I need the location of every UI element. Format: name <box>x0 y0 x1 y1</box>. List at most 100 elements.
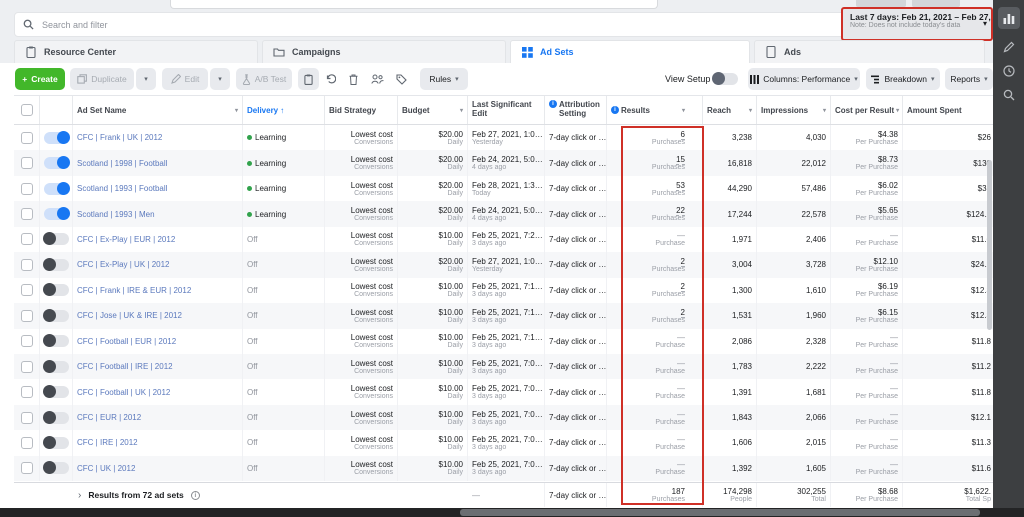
row-toggle[interactable] <box>44 208 69 220</box>
adset-name-link[interactable]: Scotland | 1998 | Football <box>77 159 238 168</box>
results-value[interactable]: 22 <box>676 206 685 215</box>
horizontal-scrollbar[interactable] <box>0 508 1024 517</box>
adset-name-link[interactable]: CFC | Ex-Play | UK | 2012 <box>77 260 238 269</box>
results-value[interactable]: 2 <box>681 308 685 317</box>
adset-name-link[interactable]: CFC | Ex-Play | EUR | 2012 <box>77 235 238 244</box>
row-toggle[interactable] <box>44 259 69 271</box>
row-checkbox[interactable] <box>21 233 33 245</box>
header-budget[interactable]: Budget▾ <box>398 96 468 124</box>
row-checkbox[interactable] <box>21 335 33 347</box>
adset-name-link[interactable]: CFC | Football | IRE | 2012 <box>77 362 238 371</box>
edit-panel-button[interactable] <box>1002 40 1015 53</box>
header-amount-spent[interactable]: Amount Spent <box>903 96 993 124</box>
row-toggle[interactable] <box>44 157 69 169</box>
results-value[interactable]: 15 <box>676 155 685 164</box>
row-checkbox[interactable] <box>21 386 33 398</box>
undo-button[interactable] <box>320 68 340 90</box>
clipboard-button[interactable] <box>298 68 319 90</box>
reports-button[interactable]: Reports▾ <box>945 68 993 90</box>
header-reach[interactable]: Reach▾ <box>703 96 757 124</box>
header-attribution-setting[interactable]: iAttribution Setting <box>545 96 607 124</box>
tab-ads[interactable]: Ads <box>754 40 985 63</box>
row-toggle[interactable] <box>44 412 69 424</box>
ab-test-button[interactable]: A/B Test <box>236 68 292 90</box>
tab-campaigns[interactable]: Campaigns <box>262 40 506 63</box>
header-ad-set-name[interactable]: Ad Set Name▾ <box>73 96 243 124</box>
cell-budget-sublabel: Daily <box>447 444 463 451</box>
search-panel-button[interactable] <box>1002 88 1015 101</box>
results-value[interactable]: 6 <box>681 130 685 139</box>
header-results[interactable]: iResults▾ <box>607 96 703 124</box>
row-toggle[interactable] <box>44 310 69 322</box>
adset-name-link[interactable]: Scotland | 1993 | Men <box>77 210 238 219</box>
results-value[interactable]: 2 <box>681 282 685 291</box>
duplicate-caret-button[interactable]: ▾ <box>136 68 156 90</box>
assign-button[interactable] <box>367 68 387 90</box>
cell-results: 22Purchases <box>607 201 703 226</box>
duplicate-button[interactable]: Duplicate <box>70 68 134 90</box>
row-toggle[interactable] <box>44 335 69 347</box>
row-checkbox[interactable] <box>21 284 33 296</box>
row-checkbox[interactable] <box>21 208 33 220</box>
row-toggle[interactable] <box>44 361 69 373</box>
cell-bid-strategy: Lowest costConversions <box>325 201 398 226</box>
header-impressions[interactable]: Impressions▾ <box>757 96 831 124</box>
header-bid-strategy[interactable]: Bid Strategy <box>325 96 398 124</box>
row-toggle[interactable] <box>44 233 69 245</box>
cell-select <box>14 430 40 455</box>
row-checkbox[interactable] <box>21 412 33 424</box>
tab-resource-center[interactable]: Resource Center <box>14 40 258 63</box>
row-toggle[interactable] <box>44 132 69 144</box>
row-toggle[interactable] <box>44 462 69 474</box>
table-row: CFC | UK | 2012OffLowest costConversions… <box>14 456 993 481</box>
row-checkbox[interactable] <box>21 361 33 373</box>
cell-impressions: 2,015 <box>757 430 831 455</box>
edit-button[interactable]: Edit <box>162 68 208 90</box>
delete-button[interactable] <box>343 68 363 90</box>
row-checkbox[interactable] <box>21 183 33 195</box>
date-range-selector[interactable]: Last 7 days: Feb 21, 2021 – Feb 27, 2021… <box>841 7 993 41</box>
rules-button[interactable]: Rules▾ <box>420 68 468 90</box>
adset-name-link[interactable]: CFC | Football | UK | 2012 <box>77 388 238 397</box>
row-toggle[interactable] <box>44 437 69 449</box>
scrollbar-thumb[interactable] <box>460 509 980 516</box>
info-icon: i <box>549 100 557 108</box>
columns-icon <box>750 75 759 84</box>
adset-name-link[interactable]: CFC | Frank | IRE & EUR | 2012 <box>77 286 238 295</box>
results-value[interactable]: 2 <box>681 257 685 266</box>
select-all-checkbox[interactable] <box>21 104 33 116</box>
breakdown-button[interactable]: Breakdown▾ <box>866 68 940 90</box>
cell-reach: 44,290 <box>703 176 757 201</box>
adset-name-link[interactable]: CFC | Jose | UK & IRE | 2012 <box>77 311 238 320</box>
tag-button[interactable] <box>391 68 411 90</box>
row-toggle[interactable] <box>44 183 69 195</box>
adset-name-link[interactable]: Scotland | 1993 | Football <box>77 184 238 193</box>
adset-name-link[interactable]: CFC | Football | EUR | 2012 <box>77 337 238 346</box>
tab-ad-sets[interactable]: Ad Sets <box>510 40 750 63</box>
create-button[interactable]: +Create <box>15 68 65 90</box>
row-toggle[interactable] <box>44 284 69 296</box>
vertical-scrollbar[interactable] <box>987 160 992 330</box>
header-last-significant-edit[interactable]: Last Significant Edit <box>468 96 545 124</box>
cell-bid-strategy-value: Lowest cost <box>351 333 393 342</box>
header-cost-per-result[interactable]: Cost per Result▾ <box>831 96 903 124</box>
view-setup-toggle[interactable] <box>713 73 738 85</box>
edit-caret-button[interactable]: ▾ <box>210 68 230 90</box>
row-toggle[interactable] <box>44 386 69 398</box>
adset-name-link[interactable]: CFC | IRE | 2012 <box>77 438 238 447</box>
performance-charts-button[interactable] <box>998 7 1020 29</box>
adset-name-link[interactable]: CFC | EUR | 2012 <box>77 413 238 422</box>
adset-name-link[interactable]: CFC | Frank | UK | 2012 <box>77 133 238 142</box>
header-delivery[interactable]: Delivery↑ <box>243 96 325 124</box>
columns-button[interactable]: Columns: Performance▾ <box>748 68 860 90</box>
chevron-right-icon[interactable]: › <box>78 490 81 501</box>
results-value[interactable]: 53 <box>676 181 685 190</box>
row-checkbox[interactable] <box>21 157 33 169</box>
adset-name-link[interactable]: CFC | UK | 2012 <box>77 464 238 473</box>
row-checkbox[interactable] <box>21 310 33 322</box>
history-button[interactable] <box>1002 64 1015 77</box>
row-checkbox[interactable] <box>21 132 33 144</box>
row-checkbox[interactable] <box>21 437 33 449</box>
row-checkbox[interactable] <box>21 259 33 271</box>
row-checkbox[interactable] <box>21 462 33 474</box>
